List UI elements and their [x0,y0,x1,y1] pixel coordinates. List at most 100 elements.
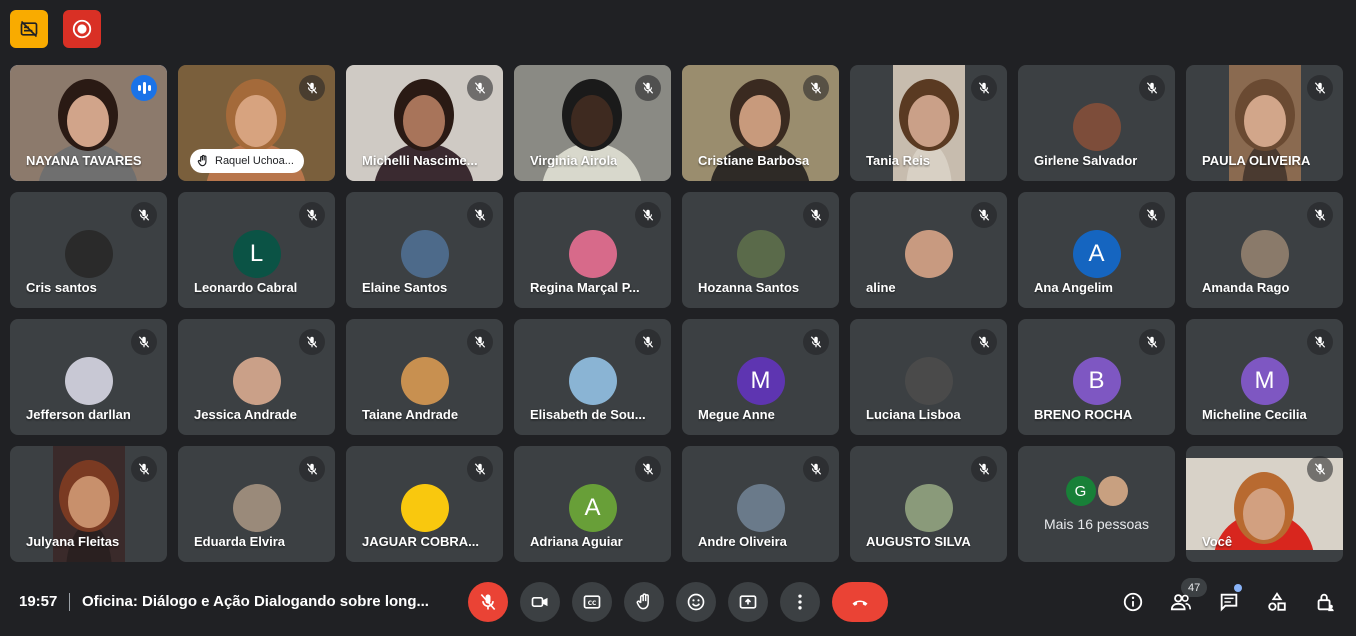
avatar [232,484,281,532]
raise-hand-button[interactable] [624,582,664,622]
participant-tile[interactable]: Luciana Lisboa [850,319,1007,435]
participant-name: Regina Marçal P... [530,280,640,295]
participant-name: Julyana Fleitas [26,534,120,549]
muted-indicator [1139,202,1165,228]
people-button[interactable] [1169,590,1193,614]
muted-indicator [635,456,661,482]
participant-tile[interactable]: Virginia Airola [514,65,671,181]
participant-tile[interactable]: Elaine Santos [346,192,503,308]
mic-off-icon [642,82,654,94]
more-participants-tile[interactable]: G Mais 16 pessoas [1018,446,1175,562]
muted-indicator [299,202,325,228]
meeting-info-button[interactable] [1121,590,1145,614]
participant-name: Tania Reis [866,153,931,168]
participant-tile[interactable]: NAYANA TAVARES [10,65,167,181]
present-screen-icon [739,595,757,609]
captions-off-icon [20,20,38,38]
participant-name: Virginia Airola [530,153,618,168]
mic-off-icon [642,336,654,348]
participant-tile[interactable]: aline [850,192,1007,308]
participant-tile[interactable]: Regina Marçal P... [514,192,671,308]
participant-tile[interactable]: PAULA OLIVEIRA [1186,65,1343,181]
participant-tile[interactable]: Julyana Fleitas [10,446,167,562]
participant-tile[interactable]: AUGUSTO SILVA [850,446,1007,562]
captions-off-button[interactable] [10,10,48,48]
participant-name: NAYANA TAVARES [26,153,142,168]
present-screen-button[interactable] [728,582,768,622]
participant-tile[interactable]: Andre Oliveira [682,446,839,562]
participant-tile[interactable]: JAGUAR COBRA... [346,446,503,562]
self-view-tile[interactable]: Você [1186,446,1343,562]
host-controls-button[interactable] [1313,590,1337,614]
participant-name: Adriana Aguiar [530,534,623,549]
avatar [400,484,449,532]
captions-button[interactable]: CC [572,582,612,622]
muted-indicator [635,329,661,355]
participant-tile[interactable]: Cris santos [10,192,167,308]
avatar [1072,103,1121,151]
participant-tile[interactable]: Tania Reis [850,65,1007,181]
participant-tile[interactable]: Taiane Andrade [346,319,503,435]
participant-name: Você [1202,534,1233,549]
participant-name: JAGUAR COBRA... [362,534,480,549]
muted-indicator [1139,329,1165,355]
closed-captions-icon: CC [583,595,601,609]
participant-tile[interactable]: Cristiane Barbosa [682,65,839,181]
mic-off-icon [1146,82,1158,94]
avatar [568,357,617,405]
mic-off-icon [642,209,654,221]
mic-off-icon [810,336,822,348]
participant-tile[interactable]: A Adriana Aguiar [514,446,671,562]
avatar [904,230,953,278]
participant-tile[interactable]: M Megue Anne [682,319,839,435]
participant-tile[interactable]: A Ana Angelim [1018,192,1175,308]
chat-icon [1220,593,1238,612]
muted-indicator [635,75,661,101]
more-participants: G Mais 16 pessoas [1018,446,1175,562]
participant-tile[interactable]: L Leonardo Cabral [178,192,335,308]
participant-name: Cris santos [26,280,97,295]
mic-off-icon [474,209,486,221]
mic-off-icon [810,82,822,94]
leave-call-button[interactable] [832,582,888,622]
clock-time: 19:57 [19,593,58,610]
participant-tile[interactable]: B BRENO ROCHA [1018,319,1175,435]
participant-tile[interactable]: Jessica Andrade [178,319,335,435]
muted-indicator [467,202,493,228]
avatar-letter: M [1254,367,1275,394]
participant-name: Luciana Lisboa [866,407,961,422]
recording-indicator[interactable] [63,10,101,48]
avatar [64,357,113,405]
avatar-letter: A [584,494,601,521]
participant-tile[interactable]: Hozanna Santos [682,192,839,308]
participant-tile[interactable]: Elisabeth de Sou... [514,319,671,435]
avatar [904,484,953,532]
participant-tile[interactable]: Amanda Rago [1186,192,1343,308]
participant-tile[interactable]: M Micheline Cecilia [1186,319,1343,435]
avatar [904,357,953,405]
microphone-toggle-button[interactable] [468,582,508,622]
muted-indicator [467,75,493,101]
avatar [736,230,785,278]
mic-off-icon [810,209,822,221]
mic-off-icon [1314,336,1326,348]
participant-name: Leonardo Cabral [194,280,298,295]
activities-button[interactable] [1265,590,1289,614]
participant-name: Taiane Andrade [362,407,459,422]
participant-tile[interactable]: Michelli Nascime... [346,65,503,181]
chat-button[interactable] [1217,590,1241,614]
participant-tile[interactable]: Eduarda Elvira [178,446,335,562]
more-options-button[interactable] [780,582,820,622]
avatar: L [232,230,281,278]
participant-tile[interactable]: Girlene Salvador [1018,65,1175,181]
avatar [1097,476,1128,506]
camera-toggle-button[interactable] [520,582,560,622]
participant-tile[interactable]: Jefferson darllan [10,319,167,435]
muted-indicator [803,202,829,228]
participant-name: Amanda Rago [1202,280,1290,295]
muted-indicator [467,456,493,482]
reactions-button[interactable] [676,582,716,622]
participant-tile[interactable]: Raquel Uchoa... [178,65,335,181]
participant-name: Eduarda Elvira [194,534,286,549]
avatar [736,484,785,532]
